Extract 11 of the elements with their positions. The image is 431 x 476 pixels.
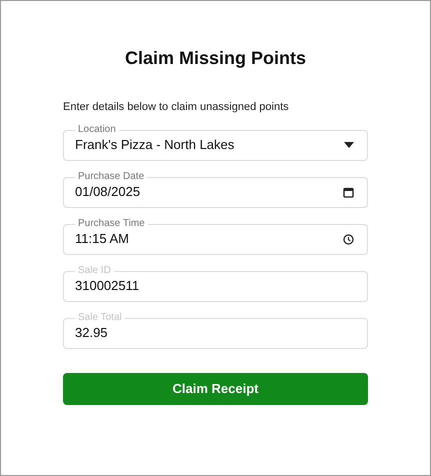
- form-title: Claim Missing Points: [124, 47, 306, 70]
- field-value: 11:15 AM: [75, 230, 129, 248]
- field-value: 01/08/2025: [75, 183, 140, 202]
- field-value: Frank's Pizza - North Lakes: [75, 136, 234, 154]
- claim-receipt-button[interactable]: Claim Receipt: [63, 372, 368, 404]
- dropdown-caret-icon[interactable]: [344, 142, 354, 148]
- clock-icon[interactable]: [343, 234, 354, 244]
- instructions-text: Enter details below to claim unassigned points: [63, 100, 289, 115]
- field-value: 310002511: [75, 277, 140, 296]
- calendar-icon[interactable]: [343, 186, 354, 198]
- field-value: 32.95: [75, 324, 108, 342]
